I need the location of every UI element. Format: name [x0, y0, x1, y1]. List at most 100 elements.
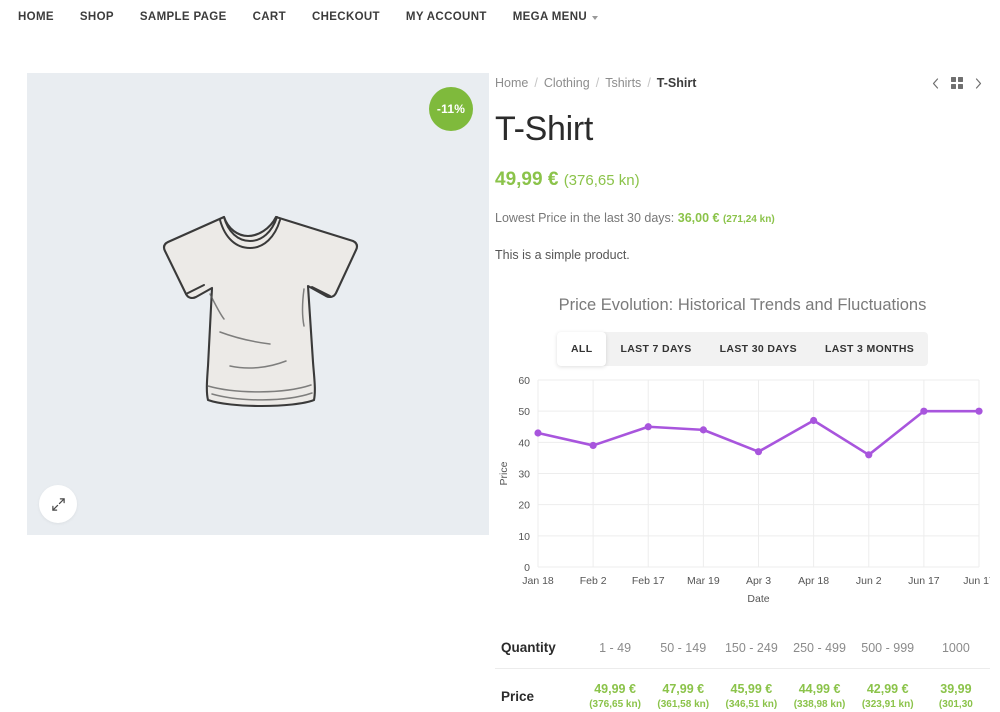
next-product-button[interactable] — [973, 77, 984, 90]
price-primary: 49,99 € — [495, 169, 559, 190]
product-page: -11% Home / Clothing / Tshirts / T-Shirt — [0, 34, 1000, 712]
nav-item-home[interactable]: HOME — [18, 11, 54, 23]
svg-text:40: 40 — [518, 437, 530, 449]
price-line-chart[interactable]: 0 10 20 30 40 50 60 Jan 18 Feb 2 Feb 17 Mar 19 Apr … — [495, 370, 995, 615]
page-title: T-Shirt — [495, 110, 594, 148]
chart-title: Price Evolution: Historical Trends and F… — [558, 296, 927, 314]
nav-item-label: HOME — [18, 11, 54, 23]
breadcrumb: Home / Clothing / Tshirts / T-Shirt — [495, 76, 696, 90]
svg-text:Feb 17: Feb 17 — [632, 575, 665, 587]
price-cell-sub: (301,30 — [938, 699, 973, 710]
product-image-frame[interactable]: -11% — [27, 73, 489, 535]
svg-text:Jun 17: Jun 17 — [908, 575, 940, 587]
product-price: 49,99 € (376,65 kn) — [495, 169, 990, 191]
zoom-image-button[interactable] — [39, 485, 77, 523]
table-row: Quantity 1 - 49 50 - 149 150 - 249 250 -… — [495, 627, 990, 669]
quantity-tier: 500 - 999 — [853, 627, 922, 669]
nav-item-label: CHECKOUT — [311, 11, 380, 23]
lowest-price-value: 36,00 € — [677, 211, 720, 225]
price-cell: 49,99 € (376,65 kn) — [581, 668, 650, 712]
product-description: This is a simple product. — [495, 248, 630, 262]
breadcrumb-item-home[interactable]: Home — [495, 76, 528, 90]
price-cell: 45,99 € (346,51 kn) — [717, 668, 786, 712]
svg-text:60: 60 — [518, 375, 530, 387]
nav-item-label: SHOP — [79, 11, 114, 23]
tab-last-30-days[interactable]: LAST 30 DAYS — [706, 332, 811, 366]
svg-text:20: 20 — [518, 500, 530, 512]
price-cell: 47,99 € (361,58 kn) — [649, 668, 718, 712]
previous-product-button[interactable] — [930, 77, 941, 90]
chart-range-tabs: ALL LAST 7 DAYS LAST 30 DAYS LAST 3 MONT… — [557, 332, 928, 366]
column-header-quantity: Quantity — [495, 627, 581, 669]
lowest-price-notice: Lowest Price in the last 30 days: 36,00 … — [495, 211, 990, 225]
price-cell-main: 49,99 € — [594, 682, 636, 696]
lowest-price-secondary: (271,24 kn) — [722, 214, 775, 225]
product-gallery: -11% — [0, 34, 489, 712]
sale-badge: -11% — [429, 87, 473, 131]
nav-item-label: SAMPLE PAGE — [139, 11, 227, 23]
svg-text:Mar 19: Mar 19 — [687, 575, 720, 587]
chevron-left-icon — [932, 77, 939, 89]
price-cell-sub: (376,65 kn) — [589, 699, 641, 710]
price-cell-sub: (323,91 kn) — [861, 699, 914, 710]
tab-all[interactable]: ALL — [557, 332, 607, 366]
svg-text:Price: Price — [498, 461, 510, 485]
nav-item-my-account[interactable]: MY ACCOUNT — [406, 11, 487, 23]
svg-text:30: 30 — [518, 469, 530, 481]
nav-item-mega-menu[interactable]: MEGA MENU — [512, 11, 599, 23]
price-cell: 42,99 € (323,91 kn) — [853, 668, 922, 712]
grid-icon — [951, 77, 963, 89]
price-cell-main: 39,99 — [940, 682, 972, 696]
price-cell: 44,99 € (338,98 kn) — [785, 668, 854, 712]
svg-text:Apr 3: Apr 3 — [746, 575, 771, 587]
price-cell-main: 44,99 € — [798, 682, 841, 696]
svg-text:Jun 2: Jun 2 — [856, 575, 882, 587]
price-cell-sub: (346,51 kn) — [725, 699, 778, 710]
expand-arrows-icon — [51, 497, 65, 511]
chevron-down-icon — [592, 16, 599, 20]
price-cell-main: 47,99 € — [662, 682, 705, 696]
breadcrumb-item-clothing[interactable]: Clothing — [544, 76, 590, 90]
quantity-tier: 1 - 49 — [581, 627, 650, 669]
nav-item-sample-page[interactable]: SAMPLE PAGE — [140, 11, 227, 23]
price-cell-sub: (338,98 kn) — [793, 699, 846, 710]
svg-text:Jun 17: Jun 17 — [963, 575, 990, 587]
price-secondary: (376,65 kn) — [563, 172, 640, 189]
nav-item-label: CART — [252, 11, 286, 23]
quantity-tier: 150 - 249 — [717, 627, 786, 669]
table-body: Price 49,99 € (376,65 kn) 47,99 € (361,5… — [495, 668, 990, 712]
quantity-tier: 50 - 149 — [649, 627, 718, 669]
svg-text:10: 10 — [518, 531, 530, 543]
nav-item-checkout[interactable]: CHECKOUT — [312, 11, 380, 23]
table-header: Quantity 1 - 49 50 - 149 150 - 249 250 -… — [495, 627, 990, 669]
svg-text:Date: Date — [747, 593, 769, 605]
bulk-pricing-table: Quantity 1 - 49 50 - 149 150 - 249 250 -… — [495, 627, 990, 712]
tab-last-3-months[interactable]: LAST 3 MONTHS — [811, 332, 928, 366]
nav-item-cart[interactable]: CART — [253, 11, 286, 23]
lowest-price-label: Lowest Price in the last 30 days: — [495, 211, 675, 225]
nav-item-shop[interactable]: SHOP — [80, 11, 114, 23]
breadcrumb-item-tshirts[interactable]: Tshirts — [605, 76, 641, 90]
tab-last-7-days[interactable]: LAST 7 DAYS — [606, 332, 705, 366]
svg-text:Apr 18: Apr 18 — [798, 575, 829, 587]
breadcrumb-separator: / — [534, 76, 538, 90]
table-row: Price 49,99 € (376,65 kn) 47,99 € (361,5… — [495, 668, 990, 712]
back-to-products-button[interactable] — [950, 76, 964, 90]
product-image — [27, 73, 489, 535]
breadcrumb-separator: / — [647, 76, 651, 90]
quantity-tier: 250 - 499 — [785, 627, 854, 669]
chevron-right-icon — [975, 77, 982, 89]
price-cell: 39,99 (301,30 — [921, 668, 990, 712]
svg-text:Jan 18: Jan 18 — [522, 575, 554, 587]
quantity-tier: 1000 — [921, 627, 990, 669]
svg-text:Feb 2: Feb 2 — [580, 575, 607, 587]
breadcrumb-row: Home / Clothing / Tshirts / T-Shirt — [495, 76, 990, 90]
nav-item-label: MEGA MENU — [512, 11, 588, 23]
svg-text:0: 0 — [524, 562, 530, 574]
chart-canvas: 0 10 20 30 40 50 60 Jan 18 Feb 2 Feb 17 Mar 19 Apr … — [498, 375, 995, 605]
price-chart-panel: Price Evolution: Historical Trends and F… — [495, 296, 995, 615]
price-cell-sub: (361,58 kn) — [657, 699, 710, 710]
svg-text:50: 50 — [518, 406, 530, 418]
breadcrumb-item-current: T-Shirt — [656, 76, 697, 90]
row-header-price: Price — [495, 668, 581, 712]
